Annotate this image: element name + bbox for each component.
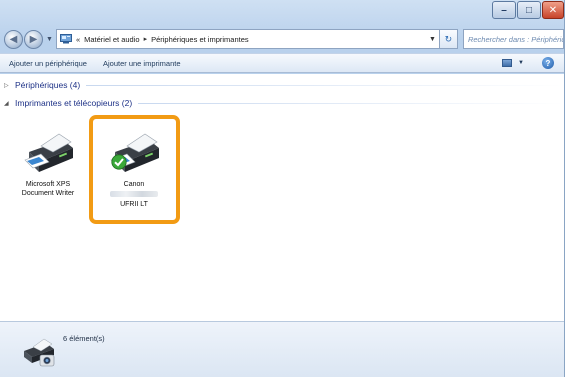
control-panel-icon [59, 34, 72, 44]
recent-pages-dropdown[interactable]: ▼ [46, 36, 53, 43]
close-button[interactable]: ✕ [542, 1, 564, 19]
collapse-arrow-icon[interactable]: ◢ [4, 100, 10, 107]
breadcrumb-devices-printers[interactable]: Périphériques et imprimantes [151, 35, 249, 44]
forward-button[interactable]: ▶ [24, 29, 43, 49]
minimize-button[interactable]: – [492, 1, 516, 19]
address-row: ◀ ▶ ▼ « Matériel et audio ▸ Périphérique… [4, 28, 564, 50]
printer-name-line2: Document Writer [21, 190, 75, 197]
selection-highlight-frame [89, 115, 180, 224]
command-bar: Ajouter un périphérique Ajouter une impr… [0, 53, 564, 73]
address-overflow-chevron[interactable]: « [76, 35, 80, 44]
content-pane: ▷ Périphériques (4) ◢ Imprimantes et tél… [0, 74, 564, 321]
group-header-devices[interactable]: ▷ Périphériques (4) [4, 78, 564, 92]
address-bar[interactable]: « Matériel et audio ▸ Périphériques et i… [55, 29, 440, 49]
group-divider [138, 102, 564, 104]
back-button[interactable]: ◀ [4, 29, 23, 49]
address-dropdown-icon[interactable]: ▼ [429, 36, 436, 43]
caption-buttons: – □ ✕ [491, 1, 564, 21]
printer-icon [19, 130, 77, 174]
refresh-icon: ↻ [444, 33, 453, 44]
view-options-dropdown[interactable]: ▼ [518, 60, 524, 66]
group-header-printers-label: Imprimantes et télécopieurs (2) [15, 98, 133, 108]
add-device-button[interactable]: Ajouter un périphérique [0, 59, 95, 68]
group-header-printers[interactable]: ◢ Imprimantes et télécopieurs (2) [4, 96, 564, 110]
breadcrumb-separator[interactable]: ▸ [144, 35, 148, 43]
printer-name-line1: Microsoft XPS [25, 181, 71, 188]
explorer-window: – □ ✕ ◀ ▶ ▼ « Matériel et audio ▸ Périph… [0, 0, 565, 377]
details-pane: 6 élément(s) [0, 321, 564, 377]
item-count-text: 6 élément(s) [63, 334, 105, 343]
change-view-icon[interactable] [502, 59, 513, 67]
expand-arrow-icon[interactable]: ▷ [4, 82, 10, 89]
search-input[interactable]: Rechercher dans : Périphériques et i... … [462, 29, 564, 49]
add-printer-button[interactable]: Ajouter une imprimante [95, 59, 189, 68]
group-header-devices-label: Périphériques (4) [15, 80, 81, 90]
printer-item-microsoft-xps[interactable]: Microsoft XPS Document Writer [8, 130, 88, 198]
group-divider [86, 84, 564, 86]
breadcrumb-hardware-sound[interactable]: Matériel et audio [84, 35, 139, 44]
search-placeholder: Rechercher dans : Périphériques et i... [467, 34, 563, 44]
refresh-button[interactable]: ↻ [439, 29, 458, 49]
devices-printers-icon [20, 333, 60, 371]
maximize-button[interactable]: □ [517, 1, 541, 19]
help-icon[interactable]: ? [542, 57, 554, 69]
